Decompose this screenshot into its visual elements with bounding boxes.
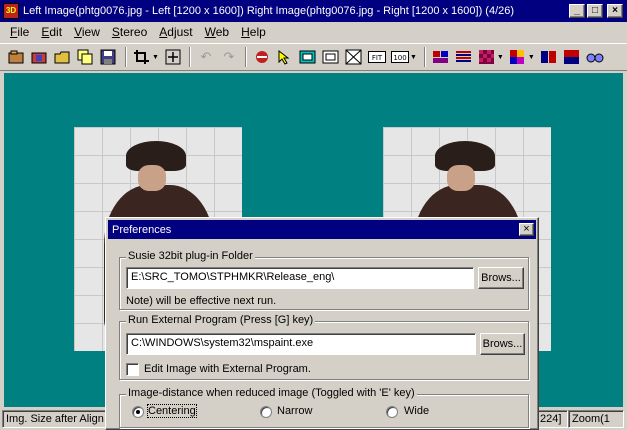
fit-icon[interactable]: FIT	[367, 48, 386, 66]
anaglyph-icon[interactable]	[432, 48, 450, 66]
toolbar-separator	[188, 47, 191, 67]
swap-icon[interactable]	[253, 48, 271, 66]
redo-icon[interactable]: ↷	[220, 48, 238, 66]
dialog-title-bar: Preferences ×	[108, 220, 536, 239]
zoom-dropdown-icon[interactable]: ▼	[410, 54, 417, 61]
open-folder-icon[interactable]	[54, 48, 72, 66]
radio-centering[interactable]	[132, 406, 144, 418]
side-by-side-icon[interactable]	[540, 48, 558, 66]
color-dropdown-icon[interactable]: ▼	[528, 54, 535, 61]
susie-group-label: Susie 32bit plug-in Folder	[126, 250, 255, 262]
menu-bar: File Edit View Stereo Adjust Web Help	[0, 22, 627, 42]
radio-narrow-label: Narrow	[277, 405, 313, 417]
menu-help[interactable]: Help	[235, 25, 272, 39]
status-dimensions: 224]	[536, 410, 568, 428]
radio-wide-label: Wide	[404, 405, 430, 417]
menu-adjust[interactable]: Adjust	[153, 25, 198, 39]
app-icon[interactable]: 3D	[3, 3, 19, 19]
image-distance-group: Image-distance when reduced image (Toggl…	[119, 387, 529, 428]
checker-dropdown-icon[interactable]: ▼	[497, 54, 504, 61]
crop-icon[interactable]	[133, 48, 151, 66]
fit-cross-icon[interactable]	[345, 48, 363, 66]
svg-text:FIT: FIT	[372, 54, 383, 62]
susie-browse-button[interactable]: Brows...	[478, 267, 524, 289]
top-bottom-icon[interactable]	[563, 48, 581, 66]
external-program-group: Run External Program (Press [G] key) C:\…	[119, 314, 529, 380]
radio-centering-label: Centering	[147, 404, 197, 418]
title-bar: 3D Left Image(phtg0076.jpg - Left [1200 …	[0, 0, 627, 22]
susie-note: Note) will be effective next run.	[126, 295, 277, 307]
radio-wide[interactable]	[386, 406, 398, 418]
line-interleave-icon[interactable]	[455, 48, 473, 66]
glasses-icon[interactable]	[586, 48, 604, 66]
toolbar-separator	[423, 47, 426, 67]
move-icon[interactable]	[164, 48, 182, 66]
toolbar-separator	[125, 47, 127, 67]
radio-narrow[interactable]	[260, 406, 272, 418]
menu-view[interactable]: View	[68, 25, 106, 39]
close-button[interactable]: ×	[607, 4, 623, 18]
menu-web[interactable]: Web	[199, 25, 235, 39]
susie-group: Susie 32bit plug-in Folder E:\SRC_TOMO\S…	[119, 250, 529, 310]
open-stereo-icon[interactable]	[31, 48, 49, 66]
undo-icon[interactable]: ↶	[197, 48, 215, 66]
open-icon[interactable]	[8, 48, 26, 66]
frame-icon[interactable]	[299, 48, 317, 66]
menu-stereo[interactable]: Stereo	[106, 25, 153, 39]
minimize-button[interactable]: _	[569, 4, 585, 18]
external-browse-button[interactable]: Brows...	[480, 333, 525, 355]
save-icon[interactable]	[100, 48, 118, 66]
zoom-100-icon[interactable]: 100	[390, 48, 409, 66]
edit-external-checkbox[interactable]	[126, 363, 139, 376]
window-title: Left Image(phtg0076.jpg - Left [1200 x 1…	[23, 5, 515, 17]
color-mix-icon[interactable]	[509, 48, 527, 66]
toolbar: ▼ ↶ ↷ FIT 100 ▼ ▼ ▼	[0, 43, 627, 71]
preferences-dialog: Preferences × Susie 32bit plug-in Folder…	[105, 217, 539, 430]
distance-group-label: Image-distance when reduced image (Toggl…	[126, 387, 417, 399]
status-image-size: Img. Size after Align	[2, 410, 106, 428]
svg-text:100: 100	[393, 54, 406, 62]
susie-folder-field[interactable]: E:\SRC_TOMO\STPHMKR\Release_eng\	[126, 267, 474, 289]
external-group-label: Run External Program (Press [G] key)	[126, 314, 316, 326]
copy-icon[interactable]	[77, 48, 95, 66]
toolbar-separator	[244, 47, 247, 67]
dialog-title: Preferences	[112, 223, 172, 236]
edit-external-label: Edit Image with External Program.	[144, 363, 311, 375]
checker-icon[interactable]	[478, 48, 496, 66]
crop-dropdown-icon[interactable]: ▼	[152, 54, 159, 61]
dialog-close-button[interactable]: ×	[519, 223, 534, 236]
menu-file[interactable]: File	[4, 25, 35, 39]
frame-outline-icon[interactable]	[322, 48, 340, 66]
external-program-field[interactable]: C:\WINDOWS\system32\mspaint.exe	[126, 333, 476, 355]
status-zoom: Zoom(1	[568, 410, 624, 428]
pointer-icon[interactable]	[276, 48, 294, 66]
menu-edit[interactable]: Edit	[35, 25, 68, 39]
maximize-button[interactable]: □	[587, 4, 603, 18]
